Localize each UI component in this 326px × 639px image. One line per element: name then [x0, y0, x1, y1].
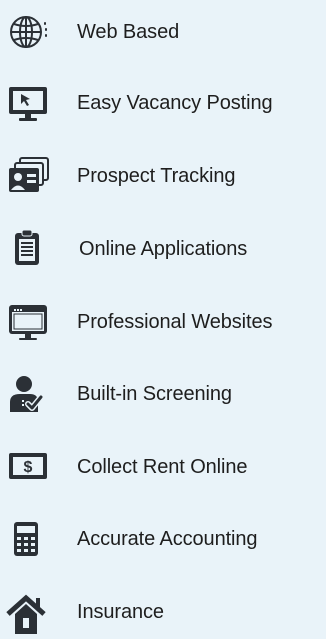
feature-label-collect-rent: Collect Rent Online [77, 456, 248, 478]
feature-item-built-in-screening: Built-in Screening [0, 367, 326, 421]
browser-window-icon [6, 300, 50, 344]
calculator-icon [6, 517, 50, 561]
dollar-screen-icon: $ [6, 445, 50, 489]
feature-item-professional-websites: Professional Websites [0, 295, 326, 349]
feature-label-vacancy-posting: Easy Vacancy Posting [77, 92, 273, 114]
feature-label-accurate-accounting: Accurate Accounting [77, 528, 258, 550]
globe-icon [6, 10, 50, 54]
feature-list: Web Based Easy Vacancy Posting Prospect … [0, 0, 326, 637]
feature-item-accurate-accounting: Accurate Accounting [0, 512, 326, 566]
feature-item-online-applications: Online Applications [0, 222, 326, 276]
feature-label-online-applications: Online Applications [79, 238, 248, 260]
house-icon [6, 590, 50, 634]
feature-label-prospect-tracking: Prospect Tracking [77, 165, 236, 187]
contact-cards-icon [6, 154, 50, 198]
monitor-cursor-icon [6, 81, 50, 125]
feature-label-insurance: Insurance [77, 601, 164, 623]
feature-item-web-based: Web Based [0, 5, 326, 59]
svg-text:$: $ [24, 459, 33, 476]
feature-label-professional-websites: Professional Websites [77, 311, 273, 333]
feature-label-web-based: Web Based [77, 21, 180, 43]
feature-item-vacancy-posting: Easy Vacancy Posting [0, 76, 326, 130]
feature-label-built-in-screening: Built-in Screening [77, 383, 232, 405]
feature-item-prospect-tracking: Prospect Tracking [0, 149, 326, 203]
clipboard-icon [6, 227, 50, 271]
feature-item-insurance: Insurance [0, 585, 326, 639]
feature-item-collect-rent: $ Collect Rent Online [0, 440, 326, 494]
user-check-icon [6, 372, 50, 416]
